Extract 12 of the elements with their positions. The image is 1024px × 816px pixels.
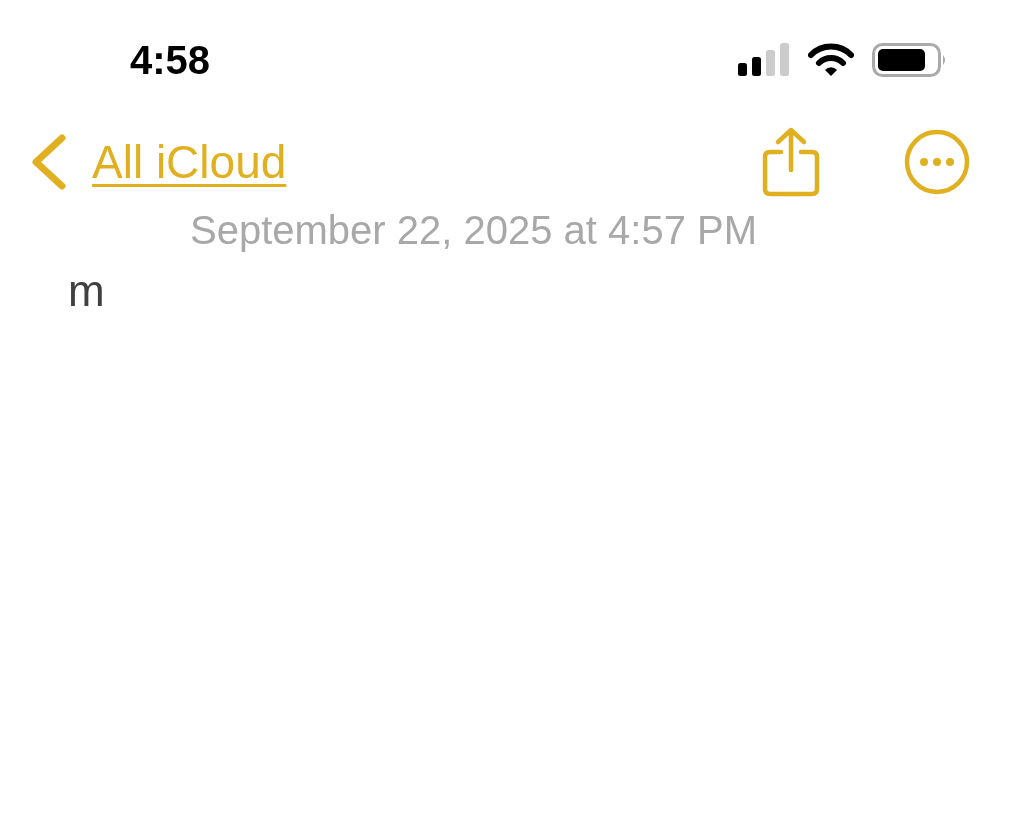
chevron-left-icon	[30, 134, 68, 190]
back-button[interactable]: All iCloud	[30, 127, 287, 197]
signal-icon	[738, 43, 790, 77]
wifi-icon	[808, 43, 854, 77]
status-time: 4:58	[130, 37, 211, 84]
share-button[interactable]	[762, 126, 820, 198]
battery-icon	[872, 43, 948, 77]
share-icon	[762, 126, 820, 198]
note-date: September 22, 2025 at 4:57 PM	[190, 207, 758, 254]
more-button[interactable]	[904, 129, 970, 195]
more-icon	[904, 129, 970, 195]
note-body: m	[68, 266, 105, 315]
